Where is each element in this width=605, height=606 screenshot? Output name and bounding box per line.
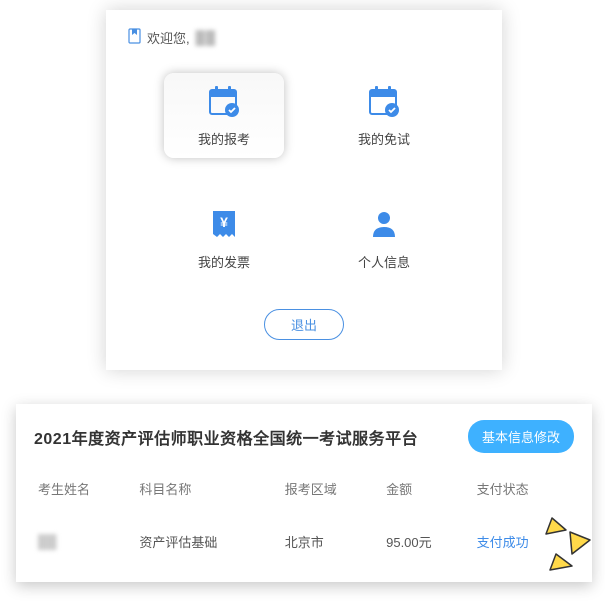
platform-panel: 2021年度资产评估师职业资格全国统一考试服务平台 基本信息修改 考生姓名 科目… — [16, 404, 592, 582]
tile-profile[interactable]: 个人信息 — [324, 196, 444, 281]
platform-title: 2021年度资产评估师职业资格全国统一考试服务平台 — [34, 425, 418, 449]
cell-name: ██ — [34, 514, 135, 559]
col-name: 考生姓名 — [34, 471, 135, 514]
tile-my-exam[interactable]: 我的报考 — [164, 73, 284, 158]
cell-subject: 资产评估基础 — [135, 514, 280, 559]
welcome-username: ██ — [196, 30, 216, 45]
tile-my-exemption[interactable]: 我的免试 — [324, 73, 444, 158]
cell-status: 支付成功 — [473, 514, 574, 559]
tile-my-invoice[interactable]: ¥ 我的发票 — [164, 196, 284, 281]
logout-button[interactable]: 退出 — [264, 309, 344, 340]
menu-grid: 我的报考 我的免试 ¥ 我的发 — [128, 73, 480, 281]
svg-text:¥: ¥ — [220, 214, 228, 230]
user-icon — [366, 206, 402, 242]
col-region: 报考区域 — [281, 471, 382, 514]
receipt-icon: ¥ — [206, 206, 242, 242]
welcome-row: 欢迎您, ██ — [128, 28, 480, 47]
tile-label: 我的发票 — [198, 252, 250, 271]
calendar-check-icon — [206, 83, 242, 119]
tile-label: 个人信息 — [358, 252, 410, 271]
cell-amount: 95.00元 — [382, 514, 472, 559]
col-status: 支付状态 — [473, 471, 574, 514]
edit-basic-info-button[interactable]: 基本信息修改 — [468, 420, 574, 453]
tile-label: 我的免试 — [358, 129, 410, 148]
table-header-row: 考生姓名 科目名称 报考区域 金额 支付状态 — [34, 471, 574, 514]
col-amount: 金额 — [382, 471, 472, 514]
cell-region: 北京市 — [281, 514, 382, 559]
calendar-check-icon — [366, 83, 402, 119]
tile-label: 我的报考 — [198, 129, 250, 148]
user-panel: 欢迎您, ██ 我的报考 — [106, 10, 502, 370]
col-subject: 科目名称 — [135, 471, 280, 514]
bookmark-icon — [128, 28, 141, 47]
table-row: ██ 资产评估基础 北京市 95.00元 支付成功 — [34, 514, 574, 559]
platform-header: 2021年度资产评估师职业资格全国统一考试服务平台 基本信息修改 — [34, 420, 574, 453]
welcome-prefix: 欢迎您, — [147, 28, 190, 47]
exam-table: 考生姓名 科目名称 报考区域 金额 支付状态 ██ 资产评估基础 北京市 95.… — [34, 471, 574, 559]
